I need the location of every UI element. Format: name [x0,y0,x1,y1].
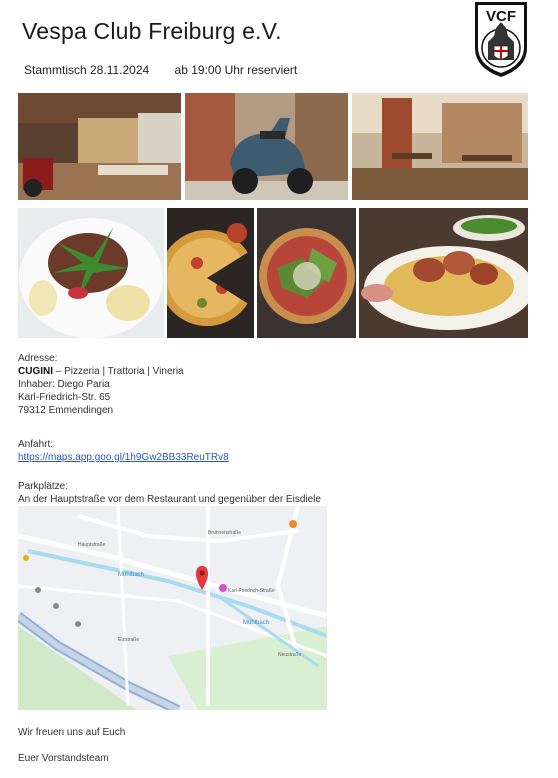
salad-dish-photo [18,208,164,338]
event-date: Stammtisch 28.11.2024 [24,63,150,77]
restaurant-name-line: CUGINI – Pizzeria | Trattoria | Vineria [18,365,184,378]
restaurant-subtitle: – Pizzeria | Trattoria | Vineria [55,366,184,377]
map-label-brunnen: Brunnenstraße [208,530,241,536]
parking-block: Parkplätze: An der Hauptstraße vor dem R… [18,480,321,506]
restaurant-interior-photo [18,93,181,200]
location-map[interactable]: Mühlbach Mühlbach Karl-Friedrich-Straße … [15,505,328,715]
map-label-muehlbach-2: Mühlbach [243,620,269,626]
page-title: Vespa Club Freiburg e.V. [22,18,282,44]
map-label-haupt: Hauptstraße [78,542,106,548]
parking-label: Parkplätze: [18,481,69,492]
event-line: Stammtisch 28.11.2024 ab 19:00 Uhr reser… [24,63,297,77]
pasta-dish-photo [359,208,528,338]
closing-line-2: Euer Vorstandsteam [18,753,109,764]
route-block: Anfahrt: https://maps.app.goo.gl/1h9Gw2B… [18,438,229,464]
map-label-muehlbach-1: Mühlbach [118,572,144,578]
address-block: Adresse: CUGINI – Pizzeria | Trattoria |… [18,352,184,417]
maps-link[interactable]: https://maps.app.goo.gl/1h9Gw2BB33ReuTRv… [18,452,229,463]
city-line: 79312 Emmendingen [18,405,114,416]
parking-text: An der Hauptstraße vor dem Restaurant un… [18,494,321,505]
route-label: Anfahrt: [18,439,54,450]
owner-line: Inhaber: Diego Paria [18,379,110,390]
club-logo: VCF [472,0,530,78]
vespa-scooter-photo [185,93,348,200]
map-label-karl-friedrich: Karl-Friedrich-Straße [228,588,275,594]
pizza-photo [167,208,254,338]
pizza-arugula-photo [257,208,356,338]
address-label: Adresse: [18,353,58,364]
map-label-neu: Neustraße [278,652,302,658]
restaurant-name: CUGINI [18,366,53,377]
dining-room-photo [352,93,528,200]
map-label-elz: Elzstraße [118,637,139,643]
closing-line-1: Wir freuen uns auf Euch [18,727,126,738]
street-line: Karl-Friedrich-Str. 65 [18,392,111,403]
event-time: ab 19:00 Uhr reserviert [174,63,298,77]
